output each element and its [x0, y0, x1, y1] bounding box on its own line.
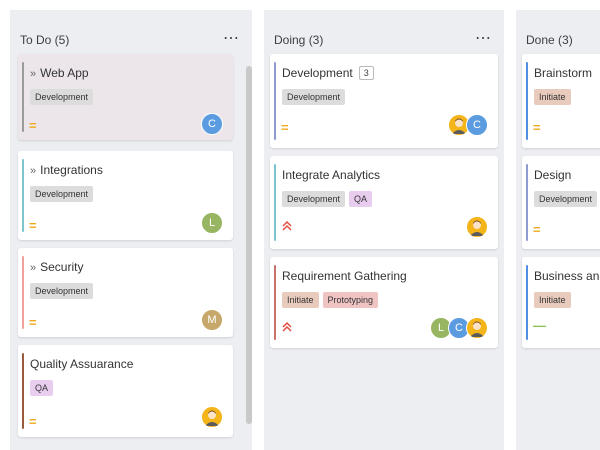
card-title: Brainstorm: [534, 66, 593, 80]
card-tags: Development: [30, 87, 97, 105]
card-tags: Initiate: [534, 87, 575, 105]
priority-medium-icon: =: [533, 120, 541, 135]
avatar[interactable]: C: [466, 114, 488, 136]
column-title: Doing (3): [274, 33, 324, 47]
column-scrollbar[interactable]: [246, 66, 252, 424]
priority-medium-icon: =: [29, 315, 37, 330]
card-tags: Initiate: [534, 290, 575, 308]
tag-initiate: Initiate: [534, 292, 571, 308]
column-done: Done (3) Brainstorm Initiate = Design De…: [516, 10, 600, 450]
card-requirement-gathering[interactable]: Requirement Gathering Initiate Prototypin…: [270, 257, 498, 348]
avatar[interactable]: M: [201, 309, 223, 331]
tag-development: Development: [282, 191, 346, 207]
column-more-icon[interactable]: ⋯: [223, 28, 240, 48]
card-tags: Initiate Prototyping: [282, 290, 382, 308]
card-accent: [526, 164, 528, 241]
subtask-count-badge: 3: [358, 66, 374, 80]
card-assignees: L: [201, 212, 223, 234]
tag-prototyping: Prototyping: [322, 292, 379, 308]
card-title: » Security: [30, 260, 84, 274]
card-assignees: [201, 406, 223, 428]
card-tags: QA: [30, 378, 57, 396]
card-tags: Development: [30, 184, 97, 202]
card-accent: [526, 62, 528, 140]
priority-medium-icon: =: [29, 414, 37, 429]
card-integrations[interactable]: » Integrations Development = L: [18, 151, 233, 240]
card-accent: [22, 159, 24, 232]
card-assignees: L C: [430, 317, 488, 339]
column-title: Done (3): [526, 33, 573, 47]
kanban-board: To Do (5) ⋯ » Web App Development = C » In…: [0, 0, 600, 450]
card-assignees: C: [448, 114, 488, 136]
card-title: » Web App: [30, 66, 89, 80]
tag-development: Development: [30, 283, 94, 299]
avatar-user-icon[interactable]: [466, 317, 488, 339]
priority-medium-icon: =: [29, 218, 37, 233]
card-security[interactable]: » Security Development = M: [18, 248, 233, 337]
tag-development: Development: [30, 89, 94, 105]
card-accent: [22, 62, 24, 132]
column-title: To Do (5): [20, 33, 70, 47]
card-assignees: M: [201, 309, 223, 331]
tag-initiate: Initiate: [282, 292, 319, 308]
card-accent: [274, 265, 276, 340]
priority-low-icon: —: [533, 318, 546, 333]
card-title: Integrate Analytics: [282, 168, 381, 182]
priority-medium-icon: =: [533, 222, 541, 237]
card-design[interactable]: Design Development =: [522, 156, 600, 249]
expand-chevron-icon[interactable]: »: [30, 68, 36, 80]
column-doing: Doing (3) ⋯ Development 3 Development = C…: [264, 10, 504, 450]
expand-chevron-icon[interactable]: »: [30, 165, 36, 177]
card-integrate-analytics[interactable]: Integrate Analytics Development QA: [270, 156, 498, 249]
card-tags: Development: [534, 189, 600, 207]
card-tags: Development: [30, 281, 97, 299]
expand-chevron-icon[interactable]: »: [30, 262, 36, 274]
column-todo: To Do (5) ⋯ » Web App Development = C » In…: [10, 10, 252, 450]
priority-medium-icon: =: [29, 118, 37, 133]
card-accent: [22, 353, 24, 429]
card-accent: [526, 265, 528, 340]
card-tags: Development: [282, 87, 349, 105]
card-quality-assuarance[interactable]: Quality Assuarance QA =: [18, 345, 233, 437]
avatar-user-icon[interactable]: [201, 406, 223, 428]
tag-development: Development: [534, 191, 598, 207]
card-brainstorm[interactable]: Brainstorm Initiate =: [522, 54, 600, 148]
tag-initiate: Initiate: [534, 89, 571, 105]
tag-qa: QA: [30, 380, 54, 396]
card-title: Quality Assuarance: [30, 357, 134, 371]
card-business-analysis[interactable]: Business ana Initiate —: [522, 257, 600, 348]
priority-high-icon: [281, 220, 293, 234]
card-title: Design: [534, 168, 572, 182]
card-assignees: [466, 216, 488, 238]
card-tags: Development QA: [282, 189, 376, 207]
card-title: Business ana: [534, 269, 600, 283]
tag-development: Development: [30, 186, 94, 202]
avatar[interactable]: L: [201, 212, 223, 234]
column-more-icon[interactable]: ⋯: [475, 28, 492, 48]
card-accent: [274, 62, 276, 140]
tag-development: Development: [282, 89, 346, 105]
avatar-user-icon[interactable]: [466, 216, 488, 238]
card-title: » Integrations: [30, 163, 103, 177]
card-assignees: C: [201, 113, 223, 135]
card-accent: [22, 256, 24, 329]
priority-high-icon: [281, 321, 293, 335]
card-title: Development 3: [282, 66, 374, 80]
avatar[interactable]: C: [201, 113, 223, 135]
card-web-app[interactable]: » Web App Development = C: [18, 54, 233, 140]
tag-qa: QA: [349, 191, 373, 207]
priority-medium-icon: =: [281, 120, 289, 135]
card-accent: [274, 164, 276, 241]
card-development[interactable]: Development 3 Development = C: [270, 54, 498, 148]
card-title: Requirement Gathering: [282, 269, 407, 283]
